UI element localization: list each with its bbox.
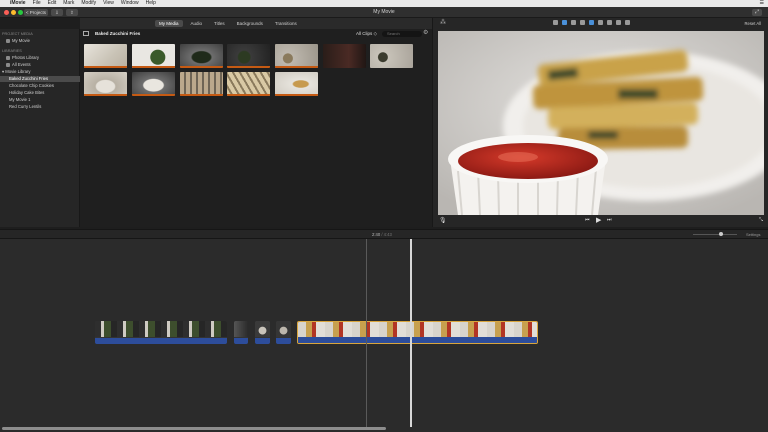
zoom-slider-handle[interactable] (719, 232, 723, 236)
gear-icon[interactable]: ⚙ (423, 30, 428, 37)
color-correction-icon[interactable] (562, 20, 567, 25)
timeline-clip[interactable] (255, 321, 270, 344)
menu-view[interactable]: View (103, 0, 114, 7)
skip-forward-icon[interactable]: ⏭ (607, 217, 612, 223)
event-title: Baked Zucchini Fries (95, 31, 141, 36)
tab-transitions[interactable]: Transitions (271, 20, 301, 27)
menu-edit[interactable]: Edit (48, 0, 57, 7)
browser-header: Baked Zucchini Fries All Clips ◇ ⚙ (80, 29, 432, 38)
libraries-header: LIBRARIES (2, 49, 22, 53)
sidebar-item-event[interactable]: Baked Zucchini Fries (0, 76, 80, 82)
title-bar: < Projects ⇩ ⇪ My Movie ⤢ (0, 7, 768, 18)
reset-all-button[interactable]: Reset All (744, 18, 761, 29)
crop-icon[interactable] (571, 20, 576, 25)
tab-audio[interactable]: Audio (187, 20, 207, 27)
timecode-total: 4:43 (383, 232, 392, 237)
sidebar-item-event[interactable]: Red Curry Lentils (9, 104, 41, 110)
sidebar-item-label: My Movie (12, 38, 30, 43)
skimmer-line (366, 239, 367, 427)
timeline-scrollbar[interactable] (2, 427, 386, 430)
fullscreen-viewer-icon[interactable]: ⤡ (759, 217, 763, 223)
media-thumbnail[interactable] (275, 72, 318, 96)
fullscreen-icon[interactable]: ⤢ (752, 9, 762, 16)
libraries-sidebar: PROJECT MEDIA My Movie LIBRARIES Photos … (0, 29, 80, 227)
browser-tabs-bar: My Media Audio Titles Backgrounds Transi… (80, 18, 432, 29)
sidebar-item-label: All Events (12, 62, 31, 67)
media-thumbnail[interactable] (370, 44, 413, 68)
tab-my-media[interactable]: My Media (155, 20, 183, 27)
sidebar-item-label: Movie Library (5, 69, 31, 74)
stabilization-icon[interactable] (580, 20, 585, 25)
media-thumbnail[interactable] (84, 72, 127, 96)
timecode-current: 2:40 (372, 232, 381, 237)
info-icon[interactable] (625, 20, 630, 25)
timeline-clip[interactable] (95, 321, 227, 344)
media-thumbnail[interactable] (132, 44, 175, 68)
tab-titles[interactable]: Titles (210, 20, 229, 27)
photos-icon (6, 55, 10, 60)
media-thumbnail[interactable] (323, 44, 366, 68)
timeline-clip-selected[interactable] (297, 321, 538, 344)
events-icon (6, 62, 10, 67)
skip-back-icon[interactable]: ⏮ (585, 217, 590, 223)
media-thumbnail[interactable] (132, 72, 175, 96)
sidebar-item-event[interactable]: My Movie 1 (9, 97, 30, 103)
disclosure-triangle-icon[interactable]: ▾ (2, 69, 4, 74)
sidebar-item-movie-library[interactable]: ▾ Movie Library (2, 69, 30, 75)
timeline-clip[interactable] (234, 321, 248, 344)
search-input[interactable] (382, 31, 422, 37)
media-thumbnail[interactable] (180, 72, 223, 96)
color-balance-icon[interactable] (553, 20, 558, 25)
media-browser: Baked Zucchini Fries All Clips ◇ ⚙ (80, 29, 432, 227)
volume-icon[interactable] (589, 20, 594, 25)
media-thumbnail[interactable] (84, 44, 127, 68)
microphone-icon[interactable]: 🎙 (439, 217, 447, 224)
media-thumbnail[interactable] (180, 44, 223, 68)
project-media-header: PROJECT MEDIA (2, 32, 33, 36)
zoom-slider[interactable] (693, 232, 737, 236)
sidebar-item-my-movie[interactable]: My Movie (6, 38, 30, 44)
media-thumbnail[interactable] (227, 72, 270, 96)
noise-reduction-icon[interactable] (598, 20, 603, 25)
sidebar-item-label: Photos Library (12, 55, 39, 60)
speed-icon[interactable] (607, 20, 612, 25)
playhead[interactable] (410, 239, 412, 427)
media-thumbnail[interactable] (275, 44, 318, 68)
magic-wand-icon[interactable]: ⁂ (440, 19, 446, 26)
window-title: My Movie (373, 9, 395, 15)
play-icon[interactable]: ▶ (596, 216, 601, 224)
menu-window[interactable]: Window (121, 0, 139, 7)
viewer-frame (438, 31, 764, 215)
playback-controls: 🎙 ⏮ ▶ ⏭ ⤡ (433, 216, 768, 227)
menu-help[interactable]: Help (146, 0, 156, 7)
menu-modify[interactable]: Modify (81, 0, 96, 7)
adjustments-toolbar: ⁂ Reset All (433, 18, 768, 29)
viewer-panel: ⁂ Reset All 🎙 ⏮ ▶ ⏭ ⤡ (432, 18, 768, 227)
sidebar-item-event[interactable]: Holiday Cake Bites (9, 90, 44, 96)
sidebar-item-photos-library[interactable]: Photos Library (6, 55, 39, 61)
media-thumbnail[interactable] (227, 44, 270, 68)
menu-bar: iMovie File Edit Mark Modify View Window… (0, 0, 768, 7)
menu-mark[interactable]: Mark (63, 0, 74, 7)
timeline-clip[interactable] (276, 321, 291, 344)
clip-filter-select[interactable]: All Clips ◇ (356, 29, 377, 38)
tab-backgrounds[interactable]: Backgrounds (233, 20, 267, 27)
clip-filter-icon[interactable] (616, 20, 621, 25)
menu-file[interactable]: File (33, 0, 41, 7)
film-icon (6, 38, 10, 43)
menu-app-name[interactable]: iMovie (10, 0, 26, 7)
sidebar-item-all-events[interactable]: All Events (6, 62, 31, 68)
sidebar-toggle-icon[interactable] (83, 31, 89, 36)
timeline-header: 2:40 / 4:43 Settings (0, 229, 768, 239)
sidebar-item-event[interactable]: Chocolate Chip Cookies (9, 83, 54, 89)
menu-list-icon[interactable]: ☰ (760, 0, 764, 7)
